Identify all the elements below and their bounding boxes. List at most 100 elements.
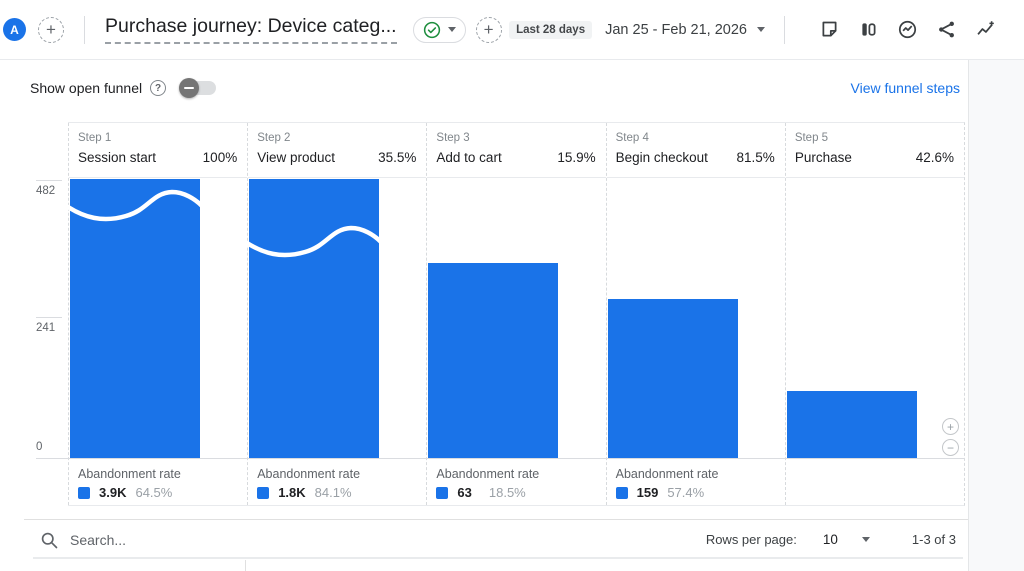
funnel-step-column-5: Step 5 Purchase 42.6% [785,123,964,505]
step-header: Step 2 View product 35.5% [248,123,426,178]
app-header: A + Purchase journey: Device categ... + … [0,0,1024,60]
funnel-controls-row: Show open funnel ? View funnel steps [30,72,960,104]
abandonment-cell: Abandonment rate 3.9K 64.5% [69,459,247,507]
comparison-button[interactable] [857,19,879,41]
view-funnel-steps-link[interactable]: View funnel steps [851,80,960,96]
funnel-step-column-2: Step 2 View product 35.5% Abandonment ra… [247,123,426,505]
chart-zoom-controls: + − [942,418,959,456]
step-plot [607,179,785,459]
step-plot [69,179,247,459]
funnel-bar-step-1[interactable] [70,179,200,459]
abandonment-value: 3.9K [99,485,126,500]
clip-wave-icon [247,223,381,259]
step-rate: 42.6% [916,150,954,165]
y-axis: 482 241 0 [36,122,66,458]
abandonment-swatch [78,487,90,499]
clip-wave-icon [68,187,202,223]
chevron-down-icon [757,27,765,32]
abandonment-label: Abandonment rate [78,467,247,481]
funnel-step-column-1: Step 1 Session start 100% Abandonment ra… [68,123,247,505]
y-tick-label: 482 [36,185,55,197]
abandonment-pct: 64.5% [135,485,172,500]
rows-per-page-value: 10 [823,532,838,547]
trends-button[interactable] [974,19,996,41]
funnel-bar-step-2[interactable] [249,179,379,459]
trends-icon [975,19,996,40]
abandonment-swatch [436,487,448,499]
step-number: Step 4 [616,132,775,144]
y-tick-label: 241 [36,322,55,334]
step-name: Session start [78,150,156,165]
funnel-bar-step-3[interactable] [428,263,558,459]
check-circle-icon [423,21,441,39]
chevron-down-icon [862,537,870,542]
step-plot [248,179,426,459]
abandonment-label: Abandonment rate [436,467,605,481]
rows-per-page-select[interactable]: 10 [823,532,870,547]
abandonment-value: 159 [637,485,659,500]
step-header: Step 3 Add to cart 15.9% [427,123,605,178]
zoom-in-button[interactable]: + [942,418,959,435]
abandonment-value: 63 [457,485,471,500]
right-panel-gutter [968,60,1024,571]
validation-status-button[interactable] [413,17,466,43]
date-range-picker[interactable]: Jan 25 - Feb 21, 2026 [605,22,765,38]
funnel-bar-step-5[interactable] [787,391,917,459]
help-icon[interactable]: ? [150,80,166,96]
step-name: View product [257,150,335,165]
abandonment-swatch [616,487,628,499]
date-range-value: Jan 25 - Feb 21, 2026 [605,22,747,38]
abandonment-pct: 84.1% [315,485,352,500]
step-rate: 81.5% [737,150,775,165]
abandonment-swatch [257,487,269,499]
funnel-step-column-3: Step 3 Add to cart 15.9% Abandonment rat… [426,123,605,505]
add-tab-button[interactable]: + [38,17,64,43]
rows-per-page-label: Rows per page: [706,532,797,547]
step-number: Step 1 [78,132,237,144]
abandonment-label: Abandonment rate [616,467,785,481]
step-header: Step 5 Purchase 42.6% [786,123,964,178]
header-divider [784,16,785,44]
table-toolbar: Rows per page: 10 1-3 of 3 [24,519,968,559]
toggle-knob-minus-icon [179,78,199,98]
abandonment-cell: Abandonment rate 63 18.5% [427,459,605,507]
search-icon [38,529,60,551]
step-plot [427,179,605,459]
abandonment-cell: Abandonment rate 1.8K 84.1% [248,459,426,507]
step-name: Begin checkout [616,150,708,165]
abandonment-value: 1.8K [278,485,305,500]
abandonment-pct: 18.5% [489,485,526,500]
chart-baseline [36,458,965,459]
notes-icon [819,19,840,40]
funnel-columns: Step 1 Session start 100% Abandonment ra… [68,122,965,506]
abandonment-cell-empty [786,459,964,507]
avatar[interactable]: A [3,18,26,41]
abandonment-cell: Abandonment rate 159 57.4% [607,459,785,507]
show-open-funnel-toggle[interactable] [182,81,216,95]
show-open-funnel-label: Show open funnel [30,80,142,96]
step-name: Purchase [795,150,852,165]
header-divider [84,16,85,44]
step-header: Step 1 Session start 100% [69,123,247,178]
funnel-bar-step-4[interactable] [608,299,738,459]
page-title[interactable]: Purchase journey: Device categ... [105,15,397,44]
funnel-chart: 482 241 0 Step 1 Session start 100% Aban… [36,122,965,506]
table-top-edge [33,557,963,559]
insights-button[interactable] [896,19,918,41]
comparison-icon [858,19,879,40]
y-tick-line [36,317,62,318]
notes-button[interactable] [818,19,840,41]
chevron-down-icon [448,27,456,32]
y-tick-label: 0 [36,441,42,453]
step-header: Step 4 Begin checkout 81.5% [607,123,785,178]
zoom-out-button[interactable]: − [942,439,959,456]
step-rate: 35.5% [378,150,416,165]
table-column-divider [245,560,246,571]
funnel-step-column-4: Step 4 Begin checkout 81.5% Abandonment … [606,123,785,505]
search-input[interactable] [70,532,706,548]
step-rate: 15.9% [557,150,595,165]
step-number: Step 2 [257,132,416,144]
date-range-chip: Last 28 days [509,21,592,39]
add-snapshot-button[interactable]: + [476,17,502,43]
share-button[interactable] [935,19,957,41]
